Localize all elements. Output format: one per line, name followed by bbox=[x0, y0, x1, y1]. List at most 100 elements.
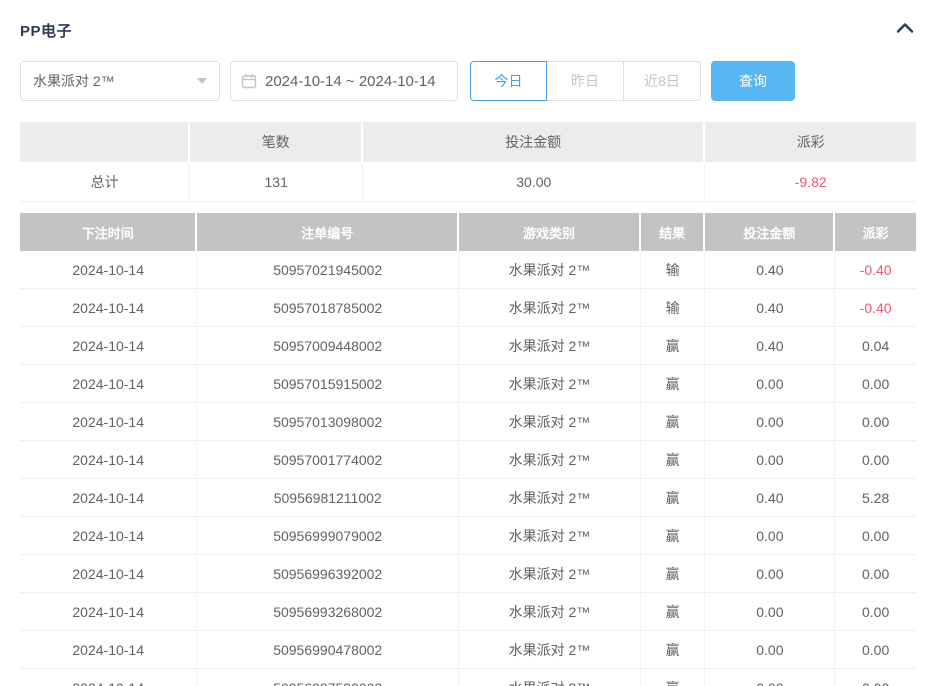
cell-payout: 0.00 bbox=[835, 517, 916, 555]
cell-result: 赢 bbox=[641, 631, 706, 669]
cell-order-id: 50956981211002 bbox=[197, 479, 459, 517]
cell-order-id: 50957009448002 bbox=[197, 327, 459, 365]
cell-order-id: 50956999079002 bbox=[197, 517, 459, 555]
calendar-icon bbox=[241, 73, 257, 89]
table-row: 2024-10-1450957013098002水果派对 2™赢0.000.00 bbox=[20, 403, 916, 441]
page-title: PP电子 bbox=[20, 20, 72, 41]
today-button[interactable]: 今日 bbox=[470, 61, 547, 101]
cell-order-id: 50956996392002 bbox=[197, 555, 459, 593]
cell-payout: 0.00 bbox=[835, 631, 916, 669]
cell-payout: 0.00 bbox=[835, 441, 916, 479]
cell-bet-amount: 0.40 bbox=[705, 479, 835, 517]
date-range-input[interactable]: 2024-10-14 ~ 2024-10-14 bbox=[230, 61, 458, 101]
table-row: 2024-10-1450956987530002水果派对 2™赢0.000.00 bbox=[20, 669, 916, 686]
cell-bet-time: 2024-10-14 bbox=[20, 365, 197, 403]
cell-result: 赢 bbox=[641, 441, 706, 479]
cell-game-type: 水果派对 2™ bbox=[459, 403, 641, 441]
cell-game-type: 水果派对 2™ bbox=[459, 479, 641, 517]
cell-bet-time: 2024-10-14 bbox=[20, 593, 197, 631]
summary-table: 笔数 投注金额 派彩 总计 131 30.00 -9.82 bbox=[20, 122, 916, 202]
cell-order-id: 50956993268002 bbox=[197, 593, 459, 631]
cell-bet-amount: 0.00 bbox=[705, 365, 835, 403]
cell-game-type: 水果派对 2™ bbox=[459, 289, 641, 327]
cell-result: 赢 bbox=[641, 593, 706, 631]
cell-payout: 0.04 bbox=[835, 327, 916, 365]
cell-result: 输 bbox=[641, 251, 706, 289]
table-row: 2024-10-1450956999079002水果派对 2™赢0.000.00 bbox=[20, 517, 916, 555]
cell-payout: 0.00 bbox=[835, 365, 916, 403]
cell-result: 赢 bbox=[641, 327, 706, 365]
detail-header-row: 下注时间 注单编号 游戏类别 结果 投注金额 派彩 bbox=[20, 213, 916, 251]
table-row: 2024-10-1450957021945002水果派对 2™输0.40-0.4… bbox=[20, 251, 916, 289]
cell-payout: 0.00 bbox=[835, 555, 916, 593]
cell-order-id: 50956987530002 bbox=[197, 669, 459, 686]
summary-total-label: 总计 bbox=[20, 162, 190, 202]
yesterday-button[interactable]: 昨日 bbox=[547, 61, 624, 101]
summary-header-bet-amount: 投注金额 bbox=[363, 122, 705, 162]
cell-order-id: 50957001774002 bbox=[197, 441, 459, 479]
cell-result: 赢 bbox=[641, 555, 706, 593]
cell-bet-amount: 0.00 bbox=[705, 403, 835, 441]
cell-bet-time: 2024-10-14 bbox=[20, 403, 197, 441]
search-button[interactable]: 查询 bbox=[711, 61, 795, 101]
cell-game-type: 水果派对 2™ bbox=[459, 669, 641, 686]
cell-game-type: 水果派对 2™ bbox=[459, 251, 641, 289]
table-row: 2024-10-1450957009448002水果派对 2™赢0.400.04 bbox=[20, 327, 916, 365]
cell-order-id: 50957018785002 bbox=[197, 289, 459, 327]
cell-result: 赢 bbox=[641, 669, 706, 686]
cell-game-type: 水果派对 2™ bbox=[459, 593, 641, 631]
header-result: 结果 bbox=[641, 213, 706, 251]
header-game-type: 游戏类别 bbox=[459, 213, 641, 251]
cell-game-type: 水果派对 2™ bbox=[459, 517, 641, 555]
table-row: 2024-10-1450956993268002水果派对 2™赢0.000.00 bbox=[20, 593, 916, 631]
cell-bet-amount: 0.00 bbox=[705, 593, 835, 631]
header-bet-time: 下注时间 bbox=[20, 213, 197, 251]
cell-game-type: 水果派对 2™ bbox=[459, 365, 641, 403]
cell-order-id: 50957015915002 bbox=[197, 365, 459, 403]
quick-range-group: 今日 昨日 近8日 bbox=[470, 61, 701, 101]
summary-header-row: 笔数 投注金额 派彩 bbox=[20, 122, 916, 162]
summary-header-blank bbox=[20, 122, 190, 162]
cell-result: 赢 bbox=[641, 479, 706, 517]
cell-payout: 0.00 bbox=[835, 403, 916, 441]
cell-bet-amount: 0.00 bbox=[705, 517, 835, 555]
cell-bet-time: 2024-10-14 bbox=[20, 555, 197, 593]
summary-total-row: 总计 131 30.00 -9.82 bbox=[20, 162, 916, 202]
summary-header-count: 笔数 bbox=[190, 122, 363, 162]
last-8-days-button[interactable]: 近8日 bbox=[624, 61, 701, 101]
cell-bet-time: 2024-10-14 bbox=[20, 669, 197, 686]
cell-result: 赢 bbox=[641, 365, 706, 403]
cell-game-type: 水果派对 2™ bbox=[459, 631, 641, 669]
cell-game-type: 水果派对 2™ bbox=[459, 327, 641, 365]
game-select[interactable]: 水果派对 2™ bbox=[20, 61, 220, 101]
detail-table: 下注时间 注单编号 游戏类别 结果 投注金额 派彩 2024-10-145095… bbox=[20, 213, 916, 686]
filter-bar: 水果派对 2™ 2024-10-14 ~ 2024-10-14 今日 昨日 近8… bbox=[20, 61, 916, 101]
cell-result: 赢 bbox=[641, 517, 706, 555]
cell-payout: 0.00 bbox=[835, 593, 916, 631]
collapse-button[interactable] bbox=[894, 19, 916, 41]
cell-game-type: 水果派对 2™ bbox=[459, 555, 641, 593]
cell-bet-amount: 0.40 bbox=[705, 327, 835, 365]
header-order-id: 注单编号 bbox=[197, 213, 459, 251]
chevron-down-icon bbox=[197, 78, 207, 84]
cell-bet-time: 2024-10-14 bbox=[20, 289, 197, 327]
cell-bet-time: 2024-10-14 bbox=[20, 479, 197, 517]
cell-game-type: 水果派对 2™ bbox=[459, 441, 641, 479]
cell-order-id: 50957013098002 bbox=[197, 403, 459, 441]
summary-total-bet-amount: 30.00 bbox=[363, 162, 705, 202]
cell-bet-amount: 0.40 bbox=[705, 251, 835, 289]
cell-bet-amount: 0.00 bbox=[705, 555, 835, 593]
date-range-value: 2024-10-14 ~ 2024-10-14 bbox=[265, 73, 436, 90]
table-row: 2024-10-1450957018785002水果派对 2™输0.40-0.4… bbox=[20, 289, 916, 327]
table-row: 2024-10-1450956996392002水果派对 2™赢0.000.00 bbox=[20, 555, 916, 593]
table-row: 2024-10-1450957001774002水果派对 2™赢0.000.00 bbox=[20, 441, 916, 479]
cell-bet-time: 2024-10-14 bbox=[20, 251, 197, 289]
cell-bet-time: 2024-10-14 bbox=[20, 327, 197, 365]
cell-order-id: 50957021945002 bbox=[197, 251, 459, 289]
header-payout: 派彩 bbox=[835, 213, 916, 251]
cell-order-id: 50956990478002 bbox=[197, 631, 459, 669]
cell-result: 输 bbox=[641, 289, 706, 327]
records-panel: PP电子 水果派对 2™ 2024-10-14 ~ 2024-10-14 今日 … bbox=[0, 0, 938, 686]
cell-result: 赢 bbox=[641, 403, 706, 441]
summary-header-payout: 派彩 bbox=[705, 122, 916, 162]
